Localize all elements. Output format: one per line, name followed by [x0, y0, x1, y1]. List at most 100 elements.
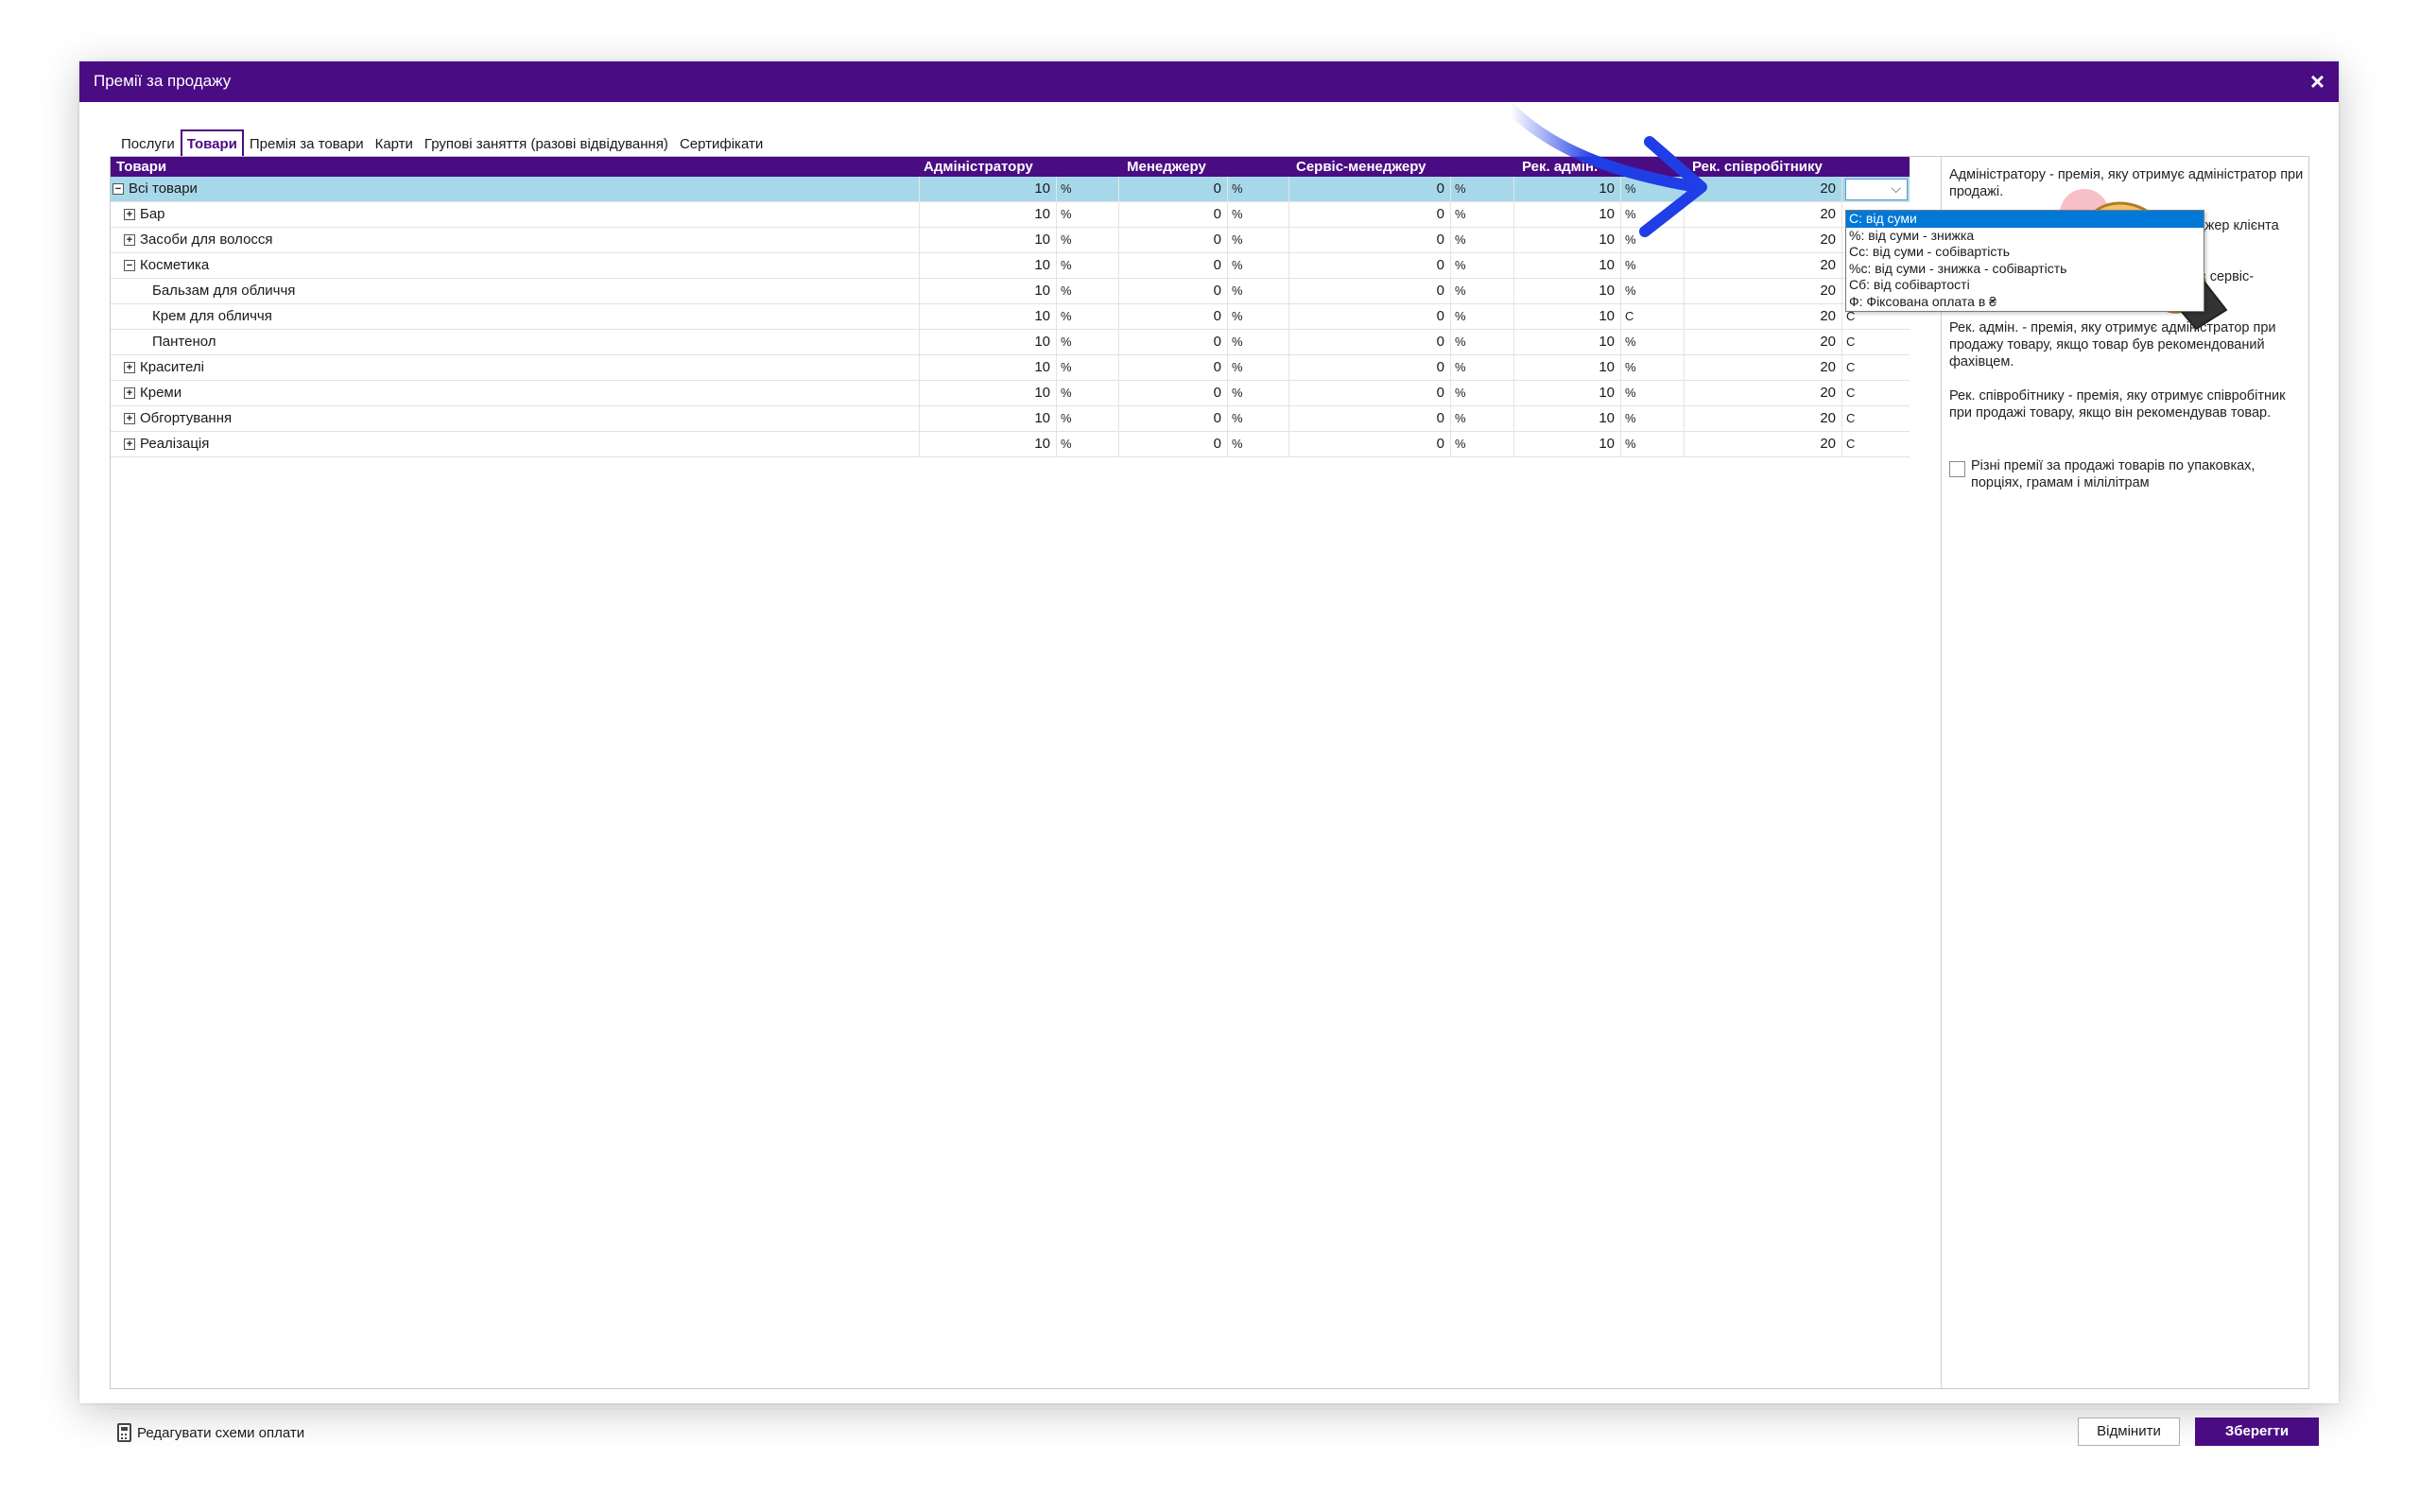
expand-icon[interactable]: + — [124, 387, 135, 400]
manager-value[interactable]: 0 — [1119, 228, 1228, 252]
service-manager-value[interactable]: 0 — [1289, 330, 1451, 354]
rec-admin-unit[interactable]: % — [1621, 330, 1685, 354]
product-name-cell[interactable]: + Красителі — [111, 355, 920, 380]
rec-admin-value[interactable]: 10 — [1514, 279, 1621, 303]
service-manager-unit[interactable]: % — [1451, 202, 1514, 227]
manager-unit[interactable]: % — [1228, 202, 1289, 227]
expand-icon[interactable]: + — [124, 209, 135, 221]
chevron-down-icon[interactable]: ⌵ — [1891, 180, 1901, 197]
table-row[interactable]: + Засоби для волосся 10% 0% 0% 10% 20 — [111, 228, 1910, 253]
admin-unit[interactable]: % — [1057, 304, 1119, 329]
rec-admin-unit[interactable]: % — [1621, 253, 1685, 278]
column-header-service-manager[interactable]: Сервіс-менеджеру — [1296, 159, 1426, 175]
manager-unit[interactable]: % — [1228, 279, 1289, 303]
manager-unit[interactable]: % — [1228, 228, 1289, 252]
admin-unit[interactable]: % — [1057, 330, 1119, 354]
rec-employee-unit[interactable]: С — [1842, 406, 1910, 431]
rec-employee-value[interactable]: 20 — [1685, 432, 1842, 456]
rec-admin-value[interactable]: 10 — [1514, 355, 1621, 380]
product-name-cell[interactable]: + Бар — [111, 202, 920, 227]
manager-unit[interactable]: % — [1228, 406, 1289, 431]
admin-value[interactable]: 10 — [920, 253, 1057, 278]
admin-value[interactable]: 10 — [920, 202, 1057, 227]
rec-employee-value[interactable]: 20 — [1685, 228, 1842, 252]
packaging-premium-checkbox[interactable] — [1949, 461, 1965, 477]
table-row[interactable]: − Косметика 10% 0% 0% 10% 20 — [111, 253, 1910, 279]
tab-services[interactable]: Послуги — [115, 129, 181, 158]
rec-employee-unit[interactable]: С — [1842, 381, 1910, 405]
admin-unit[interactable]: % — [1057, 355, 1119, 380]
table-row[interactable]: − Всі товари 10% 0% 0% 10% 20 ⌵ — [111, 177, 1910, 202]
service-manager-unit[interactable]: % — [1451, 279, 1514, 303]
service-manager-unit[interactable]: % — [1451, 406, 1514, 431]
rec-employee-value[interactable]: 20 — [1685, 304, 1842, 329]
table-row[interactable]: + Красителі 10% 0% 0% 10% 20 С — [111, 355, 1910, 381]
manager-value[interactable]: 0 — [1119, 381, 1228, 405]
admin-unit[interactable]: % — [1057, 432, 1119, 456]
tab-cards[interactable]: Карти — [370, 129, 419, 158]
admin-value[interactable]: 10 — [920, 330, 1057, 354]
tab-group-classes[interactable]: Групові заняття (разові відвідування) — [419, 129, 674, 158]
rec-admin-value[interactable]: 10 — [1514, 330, 1621, 354]
admin-unit[interactable]: % — [1057, 253, 1119, 278]
manager-unit[interactable]: % — [1228, 330, 1289, 354]
service-manager-value[interactable]: 0 — [1289, 406, 1451, 431]
packaging-premium-option[interactable]: Різні премії за продажі товарів по упако… — [1949, 457, 2304, 491]
expand-icon[interactable]: + — [124, 438, 135, 451]
rec-admin-unit[interactable]: % — [1621, 432, 1685, 456]
manager-value[interactable]: 0 — [1119, 253, 1228, 278]
admin-value[interactable]: 10 — [920, 177, 1057, 201]
rec-admin-value[interactable]: 10 — [1514, 253, 1621, 278]
dropdown-option[interactable]: Ф: Фіксована оплата в ₴ — [1846, 294, 2204, 311]
rec-admin-value[interactable]: 10 — [1514, 177, 1621, 201]
rec-employee-value[interactable]: 20 — [1685, 406, 1842, 431]
edit-payment-schemes-label[interactable]: Редагувати схеми оплати — [137, 1425, 304, 1441]
rec-employee-value[interactable]: 20 — [1685, 381, 1842, 405]
service-manager-value[interactable]: 0 — [1289, 279, 1451, 303]
manager-unit[interactable]: % — [1228, 253, 1289, 278]
rec-admin-unit[interactable]: С — [1621, 304, 1685, 329]
table-row[interactable]: + Креми 10% 0% 0% 10% 20 С — [111, 381, 1910, 406]
rec-admin-value[interactable]: 10 — [1514, 228, 1621, 252]
manager-value[interactable]: 0 — [1119, 202, 1228, 227]
service-manager-unit[interactable]: % — [1451, 330, 1514, 354]
expand-icon[interactable]: + — [124, 362, 135, 374]
service-manager-value[interactable]: 0 — [1289, 304, 1451, 329]
table-row[interactable]: Бальзам для обличчя 10% 0% 0% 10% 20 — [111, 279, 1910, 304]
column-header-rec-employee[interactable]: Рек. співробітнику — [1692, 159, 1823, 175]
service-manager-value[interactable]: 0 — [1289, 177, 1451, 201]
service-manager-value[interactable]: 0 — [1289, 432, 1451, 456]
expand-icon[interactable]: + — [124, 234, 135, 247]
dropdown-option[interactable]: С: від суми — [1846, 211, 2204, 228]
rec-admin-value[interactable]: 10 — [1514, 406, 1621, 431]
dropdown-option[interactable]: %с: від суми - знижка - собівартість — [1846, 261, 2204, 278]
admin-value[interactable]: 10 — [920, 381, 1057, 405]
rec-employee-value[interactable]: 20 — [1685, 279, 1842, 303]
table-row[interactable]: + Обгортування 10% 0% 0% 10% 20 С — [111, 406, 1910, 432]
admin-unit[interactable]: % — [1057, 228, 1119, 252]
tab-product-premium[interactable]: Премія за товари — [244, 129, 370, 158]
rec-employee-unit[interactable]: С — [1842, 330, 1910, 354]
tab-certificates[interactable]: Сертифікати — [674, 129, 769, 158]
rec-admin-value[interactable]: 10 — [1514, 432, 1621, 456]
manager-unit[interactable]: % — [1228, 304, 1289, 329]
product-name-cell[interactable]: + Реалізація — [111, 432, 920, 456]
collapse-icon[interactable]: − — [112, 183, 124, 196]
column-header-products[interactable]: Товари — [116, 159, 166, 175]
admin-value[interactable]: 10 — [920, 432, 1057, 456]
admin-value[interactable]: 10 — [920, 406, 1057, 431]
manager-unit[interactable]: % — [1228, 355, 1289, 380]
service-manager-unit[interactable]: % — [1451, 432, 1514, 456]
manager-unit[interactable]: % — [1228, 177, 1289, 201]
packaging-premium-label[interactable]: Різні премії за продажі товарів по упако… — [1971, 457, 2304, 491]
rec-employee-value[interactable]: 20 — [1685, 355, 1842, 380]
admin-value[interactable]: 10 — [920, 228, 1057, 252]
product-name-cell[interactable]: − Всі товари — [111, 177, 920, 201]
dropdown-option[interactable]: Сс: від суми - собівартість — [1846, 244, 2204, 261]
manager-unit[interactable]: % — [1228, 432, 1289, 456]
rec-admin-unit[interactable]: % — [1621, 406, 1685, 431]
product-name-cell[interactable]: Бальзам для обличчя — [111, 279, 920, 303]
product-name-cell[interactable]: + Креми — [111, 381, 920, 405]
table-row[interactable]: Пантенол 10% 0% 0% 10% 20 С — [111, 330, 1910, 355]
edit-payment-schemes-link[interactable]: Редагувати схеми оплати — [117, 1423, 304, 1442]
